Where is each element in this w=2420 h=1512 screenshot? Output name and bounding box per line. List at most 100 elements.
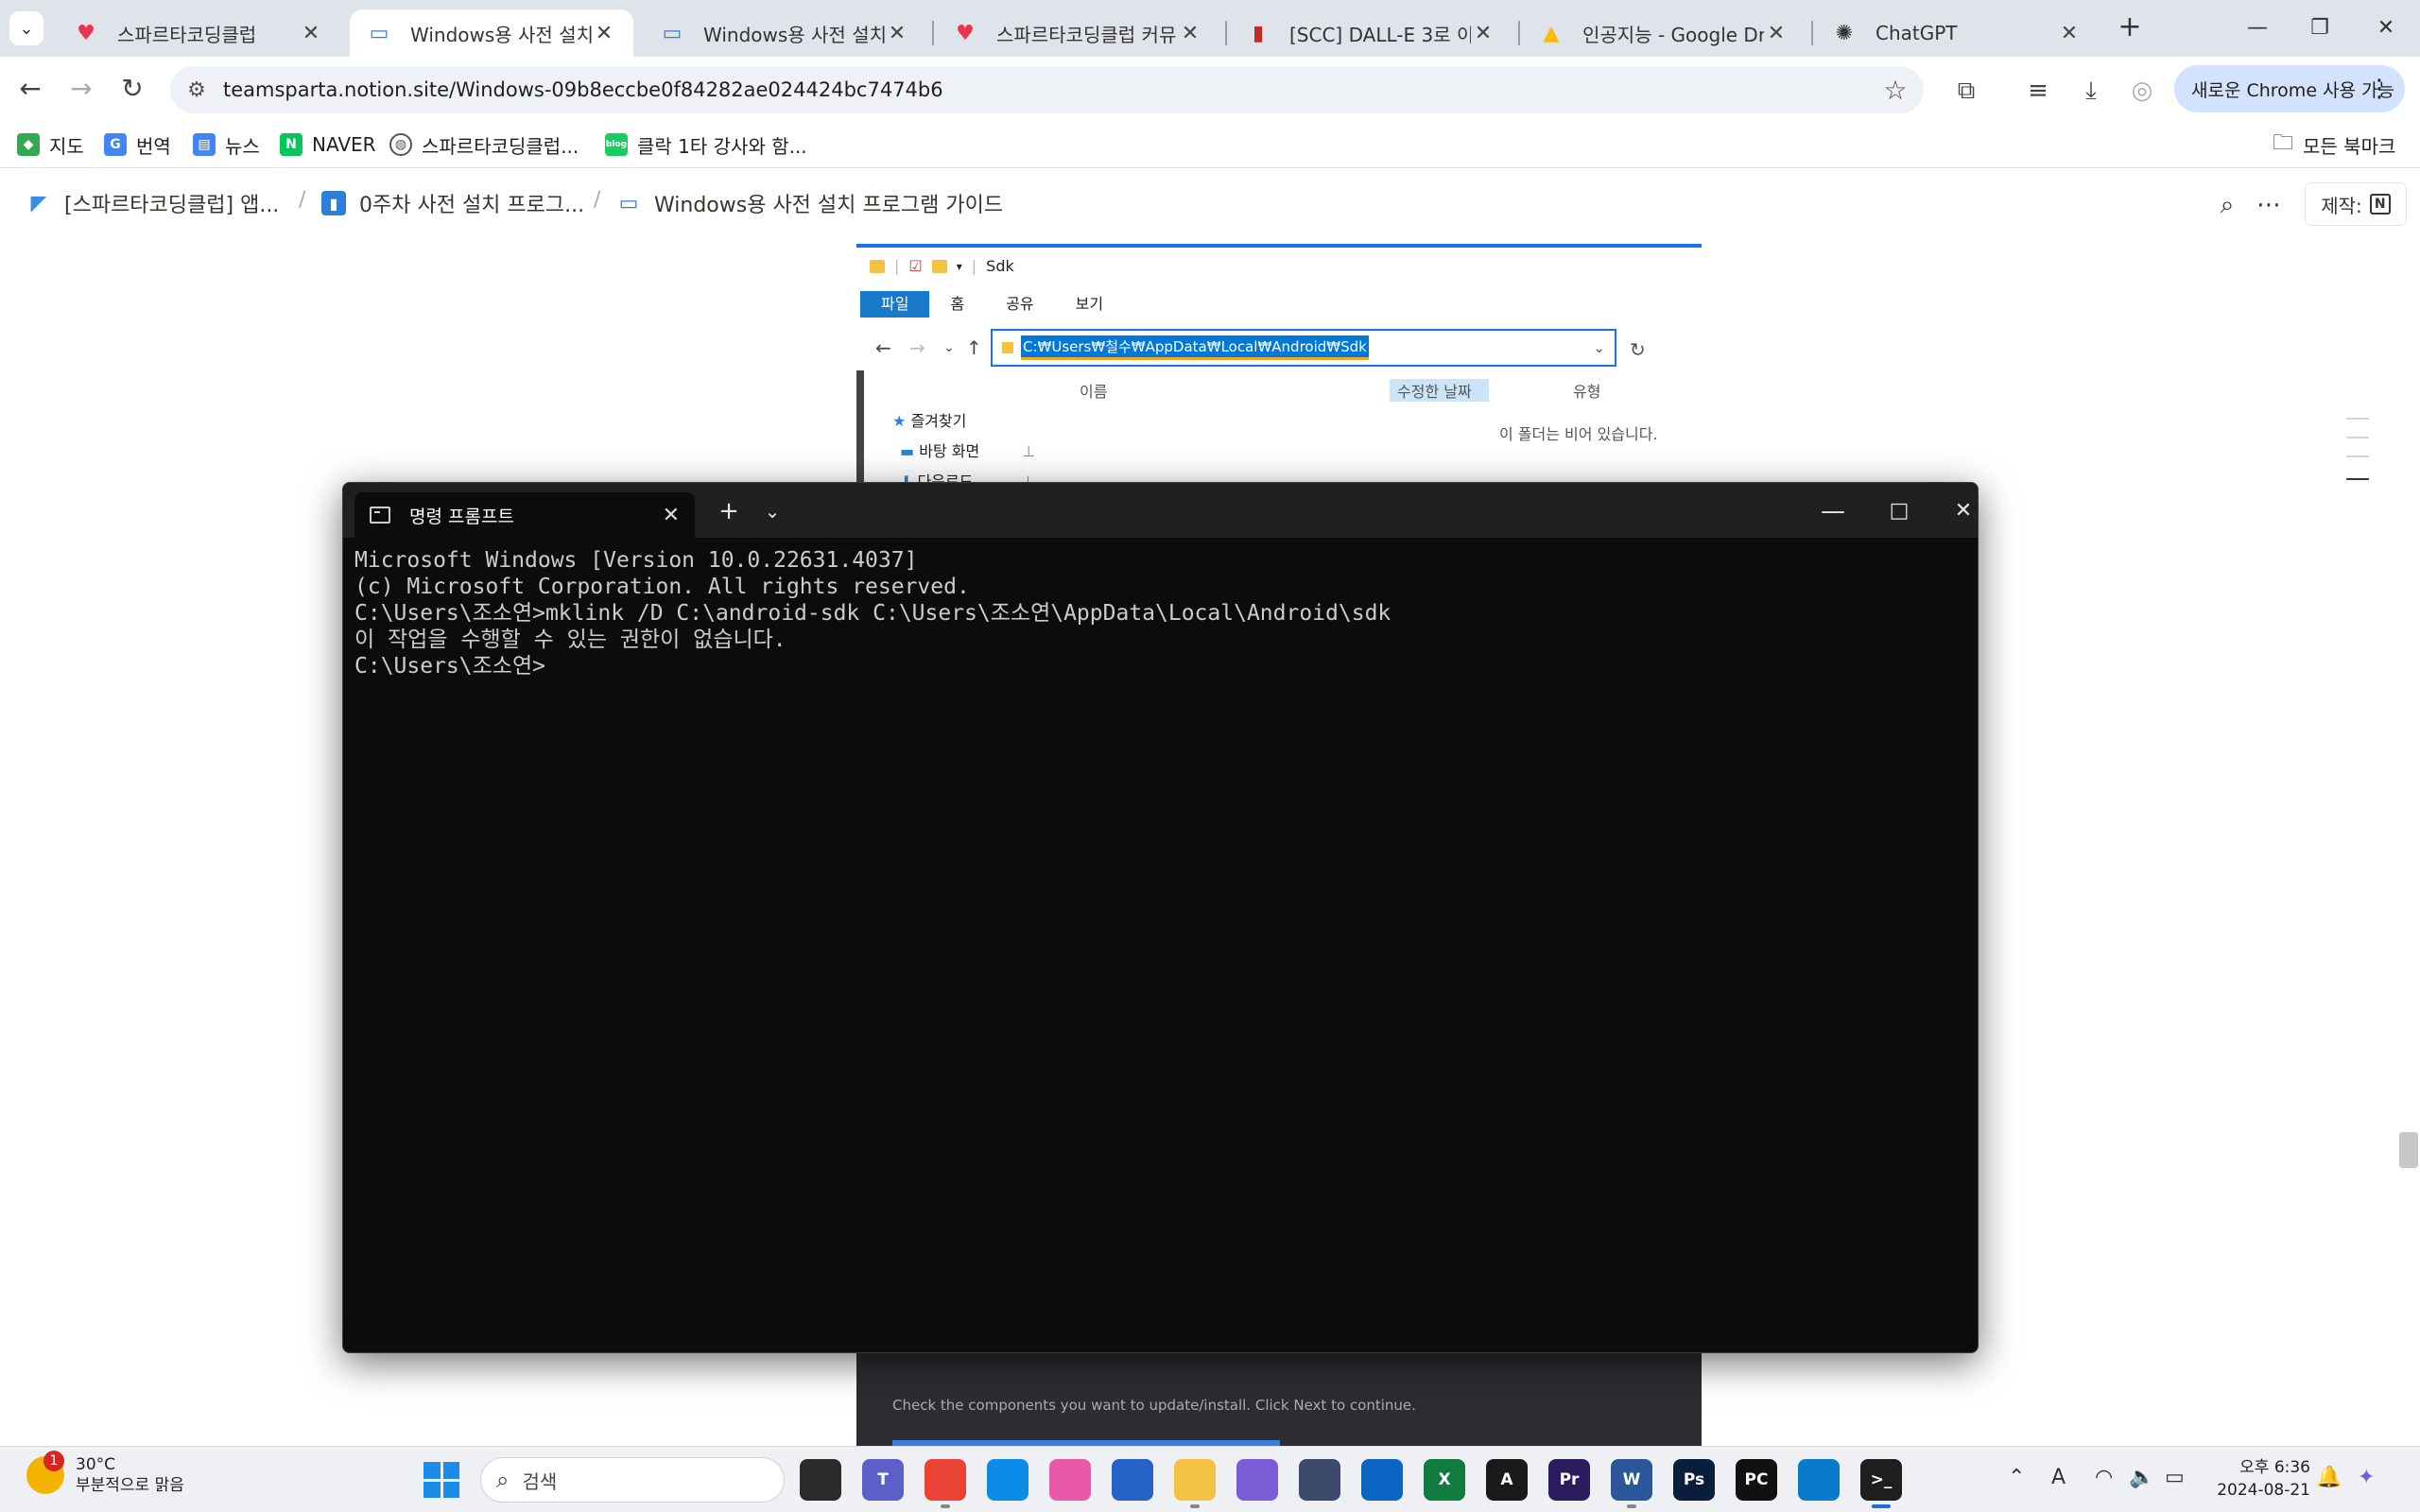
close-icon[interactable]: ✕ [592, 22, 616, 45]
terminal-tab[interactable]: 명령 프롬프트 ✕ [354, 492, 695, 538]
media-control-icon[interactable]: ≡ [2019, 72, 2057, 110]
terminal-app[interactable]: >_ [1860, 1459, 1902, 1508]
notes-app[interactable] [1236, 1459, 1278, 1501]
more-horiz-icon[interactable]: ⋯ [2250, 186, 2288, 224]
chrome-app[interactable] [925, 1459, 966, 1508]
terminal-close-button[interactable]: ✕ [1945, 494, 1978, 528]
reload-button[interactable]: ↻ [113, 70, 151, 108]
bookmark-naver[interactable]: N NAVER [280, 129, 376, 161]
start-button[interactable] [424, 1462, 459, 1498]
browser-tab-7[interactable]: ✺ ChatGPT ✕ [1815, 9, 2099, 57]
browser-tab-2[interactable]: ▭ Windows용 사전 설치 프 ✕ [350, 9, 633, 57]
premiere-app[interactable]: Pr [1548, 1459, 1590, 1501]
download-icon[interactable]: ⤓ [2072, 72, 2110, 110]
files-app[interactable] [800, 1459, 841, 1501]
weather-widget[interactable]: 1 30°C 부분적으로 맑음 [26, 1451, 184, 1496]
terminal-maximize-button[interactable]: □ [1880, 494, 1918, 528]
close-icon[interactable]: ✕ [1471, 22, 1495, 45]
terminal-dropdown-button[interactable]: ⌄ [753, 494, 791, 528]
more-vert-icon[interactable]: ⋮ [2367, 75, 2392, 103]
bookmark-translate[interactable]: G 번역 [104, 129, 171, 161]
minimize-button[interactable]: — [2229, 9, 2286, 47]
new-tab-button[interactable]: + [2116, 13, 2144, 42]
battery-icon[interactable]: ▭ [2165, 1466, 2185, 1489]
minimize-icon: — [2247, 16, 2268, 40]
url-text[interactable]: teamsparta.notion.site/Windows-09b8eccbe… [223, 78, 1867, 101]
close-icon[interactable]: ✕ [2057, 22, 2082, 45]
pycharm-app[interactable]: PC [1736, 1459, 1777, 1501]
windows-taskbar: 1 30°C 부분적으로 맑음 ⌕ 검색 T X A Pr W Ps PC >_ ⌃ A ◠ … [0, 1446, 2420, 1512]
teams-app[interactable]: T [862, 1459, 904, 1501]
close-icon[interactable]: ✕ [1178, 22, 1202, 45]
ime-icon[interactable]: A [2051, 1466, 2066, 1489]
excel-app[interactable]: X [1424, 1459, 1465, 1501]
forward-button[interactable]: → [62, 70, 100, 108]
book-icon: ▮ [1252, 21, 1265, 45]
breadcrumb-item-3[interactable]: ▭ Windows용 사전 설치 프로그램 가이드 [616, 188, 1003, 218]
store-app[interactable] [1112, 1459, 1153, 1501]
restore-button[interactable]: ❐ [2291, 9, 2348, 47]
toc-mark[interactable] [2346, 437, 2369, 438]
toc-mark[interactable] [2346, 418, 2369, 420]
volume-icon[interactable]: 🔈 [2129, 1466, 2154, 1489]
all-bookmarks-label: 모든 북마크 [2303, 134, 2396, 158]
cortana-app[interactable] [1361, 1459, 1403, 1501]
all-bookmarks-folder[interactable]: 🗀 모든 북마크 [2273, 129, 2395, 161]
search-icon[interactable]: ⌕ [2208, 186, 2246, 224]
toc-mark-active[interactable] [2346, 478, 2369, 480]
wifi-icon[interactable]: ◠ [2095, 1466, 2113, 1489]
close-icon[interactable]: ✕ [299, 22, 323, 45]
photoshop-app[interactable]: Ps [1673, 1459, 1715, 1501]
copilot-icon[interactable]: ✦ [2358, 1466, 2375, 1489]
notification-bell-icon[interactable]: 🔔 [2316, 1466, 2342, 1489]
remote-app[interactable] [1299, 1459, 1340, 1501]
terminal-minimize-button[interactable]: — [1814, 494, 1852, 528]
browser-tab-3[interactable]: ▭ Windows용 사전 설치 프 ✕ [643, 9, 926, 57]
acrobat-app[interactable]: A [1486, 1459, 1528, 1501]
breadcrumb-item-1[interactable]: ◤ [스파르타코딩클럽] 앱... [26, 188, 279, 218]
profile-icon[interactable]: ◎ [2123, 72, 2161, 110]
back-button[interactable]: ← [11, 70, 49, 108]
edge-app[interactable] [987, 1459, 1028, 1501]
bookmark-star-icon[interactable]: ☆ [1867, 75, 1924, 106]
tab-separator [932, 21, 934, 45]
made-with-notion-button[interactable]: 제작: N [2305, 182, 2407, 226]
browser-tab-6[interactable]: ▲ 인공지능 - Google Drive ✕ [1522, 9, 1806, 57]
bookmark-blog[interactable]: blog 클락 1타 강사와 함... [605, 129, 807, 161]
chrome-update-button[interactable]: 새로운 Chrome 사용 가능 ⋮ [2174, 65, 2405, 112]
new-terminal-tab-button[interactable]: + [710, 494, 748, 528]
vscode-app[interactable] [1798, 1459, 1840, 1501]
word-app[interactable]: W [1611, 1459, 1652, 1508]
taskbar-search[interactable]: ⌕ 검색 [480, 1457, 785, 1503]
close-icon[interactable]: ✕ [663, 504, 680, 527]
address-bar[interactable]: ⚙ teamsparta.notion.site/Windows-09b8ecc… [170, 66, 1924, 113]
bookmark-news[interactable]: ▤ 뉴스 [193, 129, 260, 161]
terminal-titlebar: 명령 프롬프트 ✕ + ⌄ — □ ✕ [343, 483, 1978, 538]
chevron-up-icon[interactable]: ⌃ [2008, 1466, 2025, 1489]
terminal-output[interactable]: Microsoft Windows [Version 10.0.22631.40… [354, 547, 1966, 1343]
extensions-icon[interactable]: ⧉ [1947, 72, 1985, 110]
browser-tab-5[interactable]: ▮ [SCC] DALL-E 3로 이미지 ✕ [1229, 9, 1512, 57]
bookmark-spartacoding[interactable]: ◍ 스파르타코딩클럽... [389, 129, 579, 161]
arrow-up-icon: ↑ [966, 336, 982, 359]
tab-search-button[interactable]: ⌄ [9, 11, 43, 45]
site-info-icon[interactable]: ⚙ [170, 78, 223, 102]
star-icon: ★ [892, 412, 907, 430]
close-icon[interactable]: ✕ [885, 22, 909, 45]
close-icon[interactable]: ✕ [1764, 22, 1789, 45]
close-window-button[interactable]: ✕ [2358, 9, 2414, 47]
terminal-line: Microsoft Windows [Version 10.0.22631.40… [354, 548, 918, 573]
taskbar-clock[interactable]: 오후 6:36 2024-08-21 [2212, 1456, 2310, 1502]
chevron-down-icon: ⌄ [943, 340, 955, 355]
chevron-down-icon: ⌄ [764, 500, 781, 523]
browser-tab-4[interactable]: ♥ 스파르타코딩클럽 커뮤니 ✕ [936, 9, 1219, 57]
page-scrollbar-thumb[interactable] [2399, 1132, 2418, 1168]
flutter-icon: ◤ [26, 191, 51, 215]
windows-logo-icon [424, 1462, 441, 1479]
browser-tab-1[interactable]: ♥ 스파르타코딩클럽 ✕ [57, 9, 340, 57]
copilot-app[interactable] [1049, 1459, 1091, 1501]
toc-mark[interactable] [2346, 455, 2369, 457]
breadcrumb-item-2[interactable]: ▮ 0주차 사전 설치 프로그... [321, 188, 584, 218]
explorer-app[interactable] [1174, 1459, 1216, 1508]
bookmark-maps[interactable]: ◆ 지도 [17, 129, 84, 161]
